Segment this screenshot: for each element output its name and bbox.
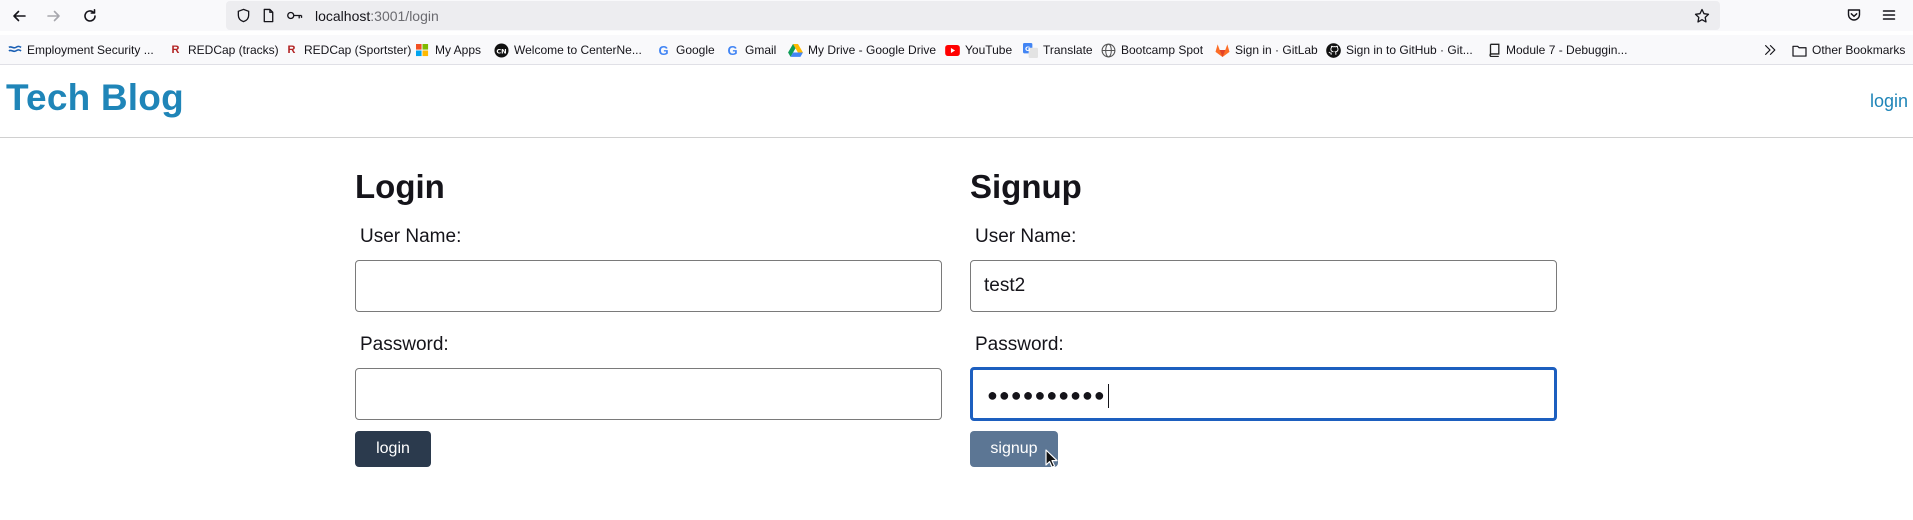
login-password-input[interactable]: [355, 368, 942, 420]
bookmark-bootcamp-spot[interactable]: Bootcamp Spot: [1101, 40, 1203, 60]
bookmark-label: REDCap (Sportster): [304, 43, 412, 57]
bookmark-label: Module 7 - Debuggin...: [1506, 43, 1628, 57]
signup-username-label: User Name:: [975, 226, 1077, 247]
pocket-icon[interactable]: [1845, 6, 1863, 24]
text-caret: [1107, 384, 1109, 408]
bookmark-redcap-tracks[interactable]: R REDCap (tracks): [168, 40, 279, 60]
employment-icon: [7, 43, 22, 58]
bookmark-star-icon[interactable]: [1693, 7, 1710, 24]
youtube-icon: [945, 43, 960, 58]
book-icon: [1486, 43, 1501, 58]
bookmark-employment-security[interactable]: Employment Security ...: [7, 40, 154, 60]
redcap-icon: R: [287, 44, 296, 56]
signup-password-input[interactable]: ●●●●●●●●●●: [970, 367, 1557, 421]
bookmark-label: Google: [676, 43, 715, 57]
url-path: :3001/login: [370, 8, 439, 24]
drive-icon: [788, 43, 803, 58]
bookmark-gitlab[interactable]: Sign in · GitLab: [1215, 40, 1318, 60]
url-host: localhost: [315, 8, 371, 24]
login-username-input[interactable]: [355, 260, 942, 312]
bookmark-gmail[interactable]: G Gmail: [725, 40, 776, 60]
google-icon: G: [658, 42, 669, 58]
gitlab-icon: [1215, 43, 1230, 58]
bookmark-google-drive[interactable]: My Drive - Google Drive: [788, 40, 936, 60]
google-icon: G: [727, 42, 738, 58]
bookmark-youtube[interactable]: YouTube: [945, 40, 1012, 60]
bookmark-label: REDCap (tracks): [188, 43, 279, 57]
reload-icon[interactable]: [78, 4, 102, 28]
other-bookmarks-label: Other Bookmarks: [1812, 43, 1906, 57]
bookmark-my-apps[interactable]: My Apps: [415, 40, 481, 60]
globe-icon: [1101, 43, 1116, 58]
back-icon[interactable]: [7, 4, 31, 28]
bookmark-label: Sign in · GitLab: [1235, 43, 1318, 57]
signup-password-masked: ●●●●●●●●●●: [987, 384, 1109, 408]
bookmark-label: YouTube: [965, 43, 1013, 57]
centernet-icon: CN: [494, 42, 509, 58]
bookmark-label: My Apps: [435, 43, 482, 57]
shield-icon[interactable]: [235, 7, 252, 24]
key-icon[interactable]: [286, 7, 303, 24]
bookmarks-bar: Employment Security ... R REDCap (tracks…: [0, 35, 1913, 65]
login-username-label: User Name:: [360, 226, 462, 247]
other-bookmarks[interactable]: Other Bookmarks: [1792, 40, 1905, 60]
password-dots: ●●●●●●●●●●: [987, 384, 1106, 405]
bookmark-label: My Drive - Google Drive: [808, 43, 937, 57]
bookmark-label: Translate: [1043, 43, 1093, 57]
bookmark-redcap-sportster[interactable]: R REDCap (Sportster): [284, 40, 412, 60]
svg-text:CN: CN: [496, 47, 506, 55]
bookmark-label: Welcome to CenterNe...: [514, 43, 642, 57]
menu-icon[interactable]: [1880, 6, 1898, 24]
redcap-icon: R: [171, 44, 180, 56]
login-title: Login: [355, 168, 445, 205]
bookmark-translate[interactable]: G Translate: [1023, 40, 1093, 60]
bookmark-github[interactable]: Sign in to GitHub · Git...: [1326, 40, 1473, 60]
folder-icon: [1792, 43, 1807, 58]
translate-icon: G: [1023, 42, 1038, 58]
bookmark-label: Employment Security ...: [27, 43, 154, 57]
svg-text:G: G: [1025, 44, 1030, 52]
bookmark-label: Bootcamp Spot: [1121, 43, 1204, 57]
signup-password-label: Password:: [975, 334, 1064, 355]
bookmark-label: Sign in to GitHub · Git...: [1346, 43, 1473, 57]
site-brand[interactable]: Tech Blog: [6, 77, 184, 119]
bookmarks-overflow[interactable]: [1762, 40, 1782, 60]
github-icon: [1326, 42, 1341, 58]
address-bar[interactable]: localhost:3001/login: [226, 1, 1720, 30]
bookmark-label: Gmail: [745, 43, 777, 57]
chevron-double-right-icon: [1762, 43, 1777, 58]
signup-username-input[interactable]: [970, 260, 1557, 312]
bookmark-centernet[interactable]: CN Welcome to CenterNe...: [494, 40, 642, 60]
nav-login-link[interactable]: login: [1870, 91, 1908, 112]
forward-icon[interactable]: [42, 4, 66, 28]
mouse-pointer-icon: [1045, 449, 1058, 468]
bookmark-google[interactable]: G Google: [656, 40, 715, 60]
page-icon[interactable]: [260, 7, 277, 24]
url-text[interactable]: localhost:3001/login: [315, 8, 439, 24]
microsoft-icon: [415, 43, 430, 58]
signup-title: Signup: [970, 168, 1082, 205]
bookmark-module-7[interactable]: Module 7 - Debuggin...: [1486, 40, 1627, 60]
site-header: Tech Blog login: [0, 66, 1913, 138]
login-password-label: Password:: [360, 334, 449, 355]
login-button[interactable]: login: [355, 431, 431, 467]
browser-toolbar: localhost:3001/login: [0, 0, 1913, 31]
